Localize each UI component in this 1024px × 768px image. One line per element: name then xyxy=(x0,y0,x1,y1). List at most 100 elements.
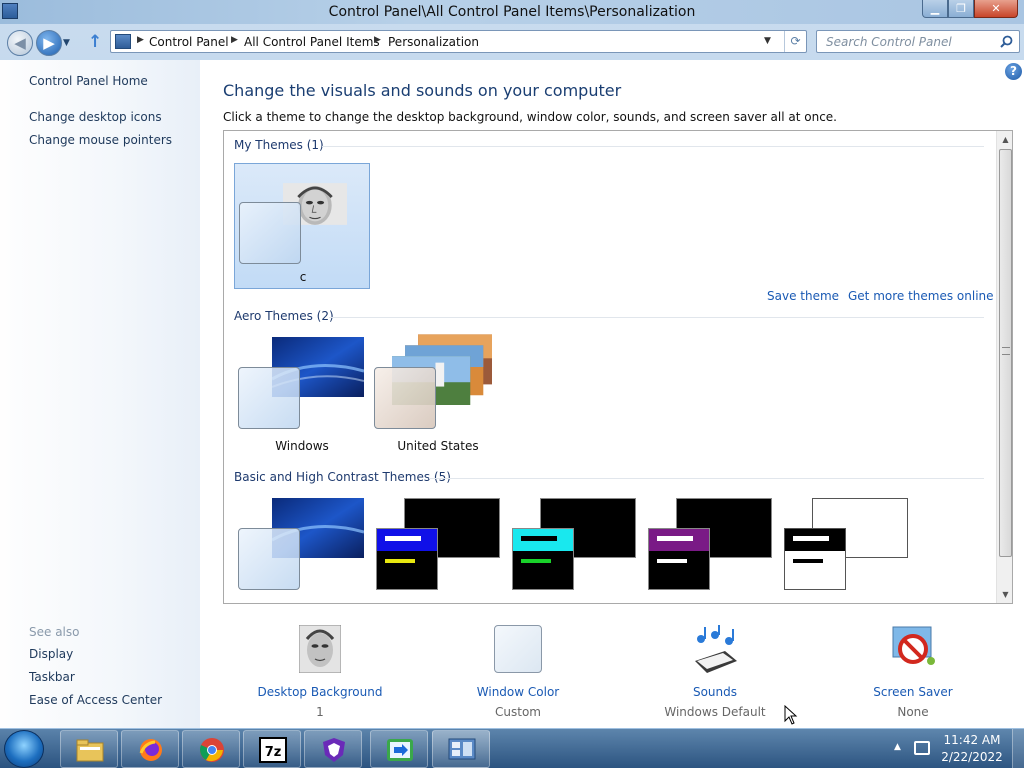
svg-text:7z: 7z xyxy=(265,745,282,760)
high-contrast-window xyxy=(512,528,574,590)
aero-themes-header[interactable]: Aero Themes (2) xyxy=(234,309,334,323)
taskbar-file-explorer[interactable] xyxy=(60,730,118,768)
theme-list: My Themes (1) c Save theme Get more them… xyxy=(223,130,1013,604)
taskbar-brave[interactable] xyxy=(304,730,362,768)
page-title: Change the visuals and sounds on your co… xyxy=(223,81,622,100)
page-description: Click a theme to change the desktop back… xyxy=(223,110,837,124)
network-icon[interactable] xyxy=(914,741,930,755)
search-input[interactable]: Search Control Panel xyxy=(816,30,1020,53)
remote-desktop-icon xyxy=(387,739,413,761)
taskbar-link[interactable]: Taskbar xyxy=(29,670,75,684)
show-hidden-icons-icon[interactable]: ▲ xyxy=(894,742,901,752)
theme-c[interactable]: c xyxy=(234,163,370,289)
theme-high-contrast-white[interactable] xyxy=(778,490,914,603)
address-dropdown-icon[interactable]: ▼ xyxy=(764,36,771,46)
theme-windows-basic[interactable] xyxy=(234,490,370,603)
up-arrow-icon[interactable]: ↑ xyxy=(88,32,102,52)
forward-button[interactable]: ▶ xyxy=(36,30,62,56)
scroll-down-arrow-icon[interactable]: ▼ xyxy=(997,586,1012,603)
minimize-button[interactable]: ▁ xyxy=(922,0,948,18)
window-color-icon xyxy=(494,625,542,673)
window-color-swatch xyxy=(239,202,301,264)
breadcrumb-separator[interactable]: ▶ xyxy=(137,35,144,45)
file-explorer-icon xyxy=(76,739,104,762)
vertical-scrollbar[interactable]: ▲ ▼ xyxy=(996,131,1012,603)
my-themes-header[interactable]: My Themes (1) xyxy=(234,138,324,152)
theme-high-contrast-1[interactable] xyxy=(370,490,506,603)
system-tray: ▲ 11:42 AM 2/22/2022 xyxy=(890,729,1024,768)
theme-label: Windows xyxy=(275,439,329,453)
desktop-background-link[interactable]: Desktop Background xyxy=(220,685,420,699)
theme-label: c xyxy=(299,270,307,284)
start-button[interactable] xyxy=(4,730,44,768)
screen-saver-link[interactable]: Screen Saver xyxy=(813,685,1013,699)
change-desktop-icons-link[interactable]: Change desktop icons xyxy=(29,110,162,124)
see-also-label: See also xyxy=(29,625,80,639)
search-icon[interactable] xyxy=(1000,35,1013,48)
window-color-link[interactable]: Window Color xyxy=(418,685,618,699)
main-content: ? Change the visuals and sounds on your … xyxy=(200,60,1024,728)
scroll-thumb[interactable] xyxy=(999,149,1012,557)
clock-time[interactable]: 11:42 AM xyxy=(940,733,1004,747)
group-divider xyxy=(322,146,984,147)
refresh-icon[interactable]: ⟳ xyxy=(784,31,806,52)
save-theme-link[interactable]: Save theme xyxy=(767,289,839,303)
taskbar: 7z ▲ 11:42 AM 2/22/2022 xyxy=(0,728,1024,768)
show-desktop-button[interactable] xyxy=(1012,729,1024,768)
maximize-button[interactable]: ❐ xyxy=(948,0,974,18)
taskbar-firefox[interactable] xyxy=(121,730,179,768)
help-icon[interactable]: ? xyxy=(1005,63,1022,80)
navigation-bar: ◀ ▶ ▼ ↑ ▶ Control Panel ▶ All Control Pa… xyxy=(0,26,1024,58)
sounds-icon xyxy=(695,625,737,673)
close-button[interactable]: ✕ xyxy=(974,0,1018,18)
get-more-themes-link[interactable]: Get more themes online xyxy=(848,289,994,303)
theme-high-contrast-2[interactable] xyxy=(506,490,642,603)
change-mouse-pointers-link[interactable]: Change mouse pointers xyxy=(29,133,172,147)
control-panel-icon xyxy=(448,738,476,760)
window-color-swatch xyxy=(238,528,300,590)
breadcrumb-control-panel[interactable]: Control Panel xyxy=(149,35,229,49)
clock-date[interactable]: 2/22/2022 xyxy=(940,750,1004,764)
window-color-swatch xyxy=(374,367,436,429)
taskbar-7zip[interactable]: 7z xyxy=(243,730,301,768)
ease-of-access-link[interactable]: Ease of Access Center xyxy=(29,693,162,707)
grip-icon xyxy=(1002,347,1010,355)
window-color-swatch xyxy=(238,367,300,429)
breadcrumb-separator[interactable]: ▶ xyxy=(231,35,238,45)
firefox-icon xyxy=(139,739,162,761)
left-sidebar: Control Panel Home Change desktop icons … xyxy=(0,60,200,728)
theme-high-contrast-black[interactable] xyxy=(642,490,778,603)
basic-themes-header[interactable]: Basic and High Contrast Themes (5) xyxy=(234,470,451,484)
brave-icon xyxy=(323,738,345,762)
scroll-up-arrow-icon[interactable]: ▲ xyxy=(997,131,1012,148)
chrome-icon xyxy=(200,738,224,762)
theme-label: United States xyxy=(397,439,479,453)
recent-pages-dropdown[interactable]: ▼ xyxy=(63,38,70,48)
window-title: Control Panel\All Control Panel Items\Pe… xyxy=(328,4,696,20)
address-bar[interactable]: ▶ Control Panel ▶ All Control Panel Item… xyxy=(110,30,807,53)
group-divider xyxy=(329,317,984,318)
theme-united-states[interactable]: United States xyxy=(370,329,506,455)
taskbar-remote-desktop[interactable] xyxy=(370,730,428,768)
high-contrast-window xyxy=(648,528,710,590)
desktop-background-icon xyxy=(299,625,341,673)
screen-saver-value: None xyxy=(897,705,929,719)
back-button[interactable]: ◀ xyxy=(7,30,33,56)
search-placeholder: Search Control Panel xyxy=(826,35,952,49)
control-panel-window: Control Panel\All Control Panel Items\Pe… xyxy=(0,0,1024,728)
screen-saver-icon xyxy=(892,626,935,665)
breadcrumb-all-items[interactable]: All Control Panel Items xyxy=(244,35,380,49)
high-contrast-window xyxy=(784,528,846,590)
title-bar[interactable]: Control Panel\All Control Panel Items\Pe… xyxy=(0,0,1024,24)
group-divider xyxy=(429,478,984,479)
theme-windows[interactable]: Windows xyxy=(234,329,370,455)
taskbar-control-panel[interactable] xyxy=(432,730,490,768)
taskbar-chrome[interactable] xyxy=(182,730,240,768)
breadcrumb-personalization[interactable]: Personalization xyxy=(388,35,479,49)
window-color-value: Custom xyxy=(495,705,541,719)
7zip-icon: 7z xyxy=(259,737,287,763)
sounds-link[interactable]: Sounds xyxy=(615,685,815,699)
display-link[interactable]: Display xyxy=(29,647,73,661)
breadcrumb-separator[interactable]: ▶ xyxy=(374,35,381,45)
control-panel-home-link[interactable]: Control Panel Home xyxy=(29,74,148,88)
